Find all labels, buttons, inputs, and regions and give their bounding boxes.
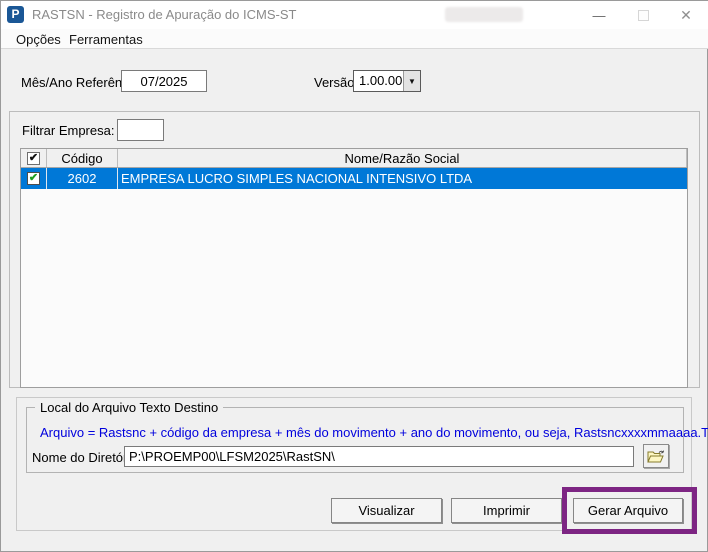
destination-groupbox: Local do Arquivo Texto Destino Arquivo =… <box>26 400 708 473</box>
table-row-selected[interactable]: ✔ 2602 EMPRESA LUCRO SIMPLES NACIONAL IN… <box>21 168 687 189</box>
browse-directory-button[interactable] <box>643 444 669 468</box>
row-codigo: 2602 <box>47 168 118 189</box>
app-window: { "window": { "title": "RASTSN - Registr… <box>0 0 708 552</box>
mes-ano-input[interactable] <box>121 70 207 92</box>
file-naming-info-text: Arquivo = Rastsnc + código da empresa + … <box>40 425 708 440</box>
row-checkbox-checked[interactable]: ✔ <box>27 172 40 185</box>
window-title: RASTSN - Registro de Apuração do ICMS-ST <box>32 7 297 22</box>
maximize-button[interactable] <box>621 1 665 29</box>
directory-input[interactable] <box>124 446 634 467</box>
chevron-down-icon: ▼ <box>408 76 416 86</box>
row-nome: EMPRESA LUCRO SIMPLES NACIONAL INTENSIVO… <box>121 171 473 186</box>
company-panel: Filtrar Empresa: ✔ Código Nome/Razão Soc… <box>9 111 700 388</box>
company-grid: ✔ Código Nome/Razão Social ✔ 2602 EMPRES… <box>20 148 688 388</box>
versao-dropdown-button[interactable]: ▼ <box>403 71 420 91</box>
menu-opcoes[interactable]: Opções <box>12 31 65 48</box>
versao-selected-value: 1.00.00 <box>359 73 403 88</box>
maximize-icon <box>637 9 649 21</box>
versao-combobox[interactable]: 1.00.00 ▼ <box>353 70 421 92</box>
gerar-arquivo-button[interactable]: Gerar Arquivo <box>573 498 683 523</box>
grid-header-select-cell[interactable]: ✔ <box>21 149 47 167</box>
minimize-button[interactable]: — <box>577 1 621 29</box>
check-icon: ✔ <box>28 172 39 184</box>
close-button[interactable]: ✕ <box>665 1 707 29</box>
grid-header-codigo[interactable]: Código <box>47 149 118 167</box>
menu-ferramentas[interactable]: Ferramentas <box>65 31 147 48</box>
app-icon: P <box>7 6 24 23</box>
row-select-cell[interactable]: ✔ <box>21 168 47 189</box>
filter-empresa-label: Filtrar Empresa: <box>22 123 115 138</box>
destination-group-label: Local do Arquivo Texto Destino <box>35 400 224 415</box>
versao-label: Versão <box>314 75 355 90</box>
select-all-checkbox[interactable]: ✔ <box>27 151 40 165</box>
filter-empresa-input[interactable] <box>117 119 164 141</box>
title-redaction-blur <box>445 7 523 22</box>
visualizar-button[interactable]: Visualizar <box>331 498 442 523</box>
folder-open-icon <box>647 449 665 462</box>
grid-header-nome[interactable]: Nome/Razão Social <box>118 149 687 167</box>
title-bar: P RASTSN - Registro de Apuração do ICMS-… <box>1 1 708 29</box>
check-icon: ✔ <box>28 151 39 164</box>
close-icon: ✕ <box>680 6 692 23</box>
menu-bar: Opções Ferramentas <box>1 29 708 49</box>
grid-header-row: ✔ Código Nome/Razão Social <box>21 149 687 168</box>
imprimir-button[interactable]: Imprimir <box>451 498 562 523</box>
minimize-icon: — <box>592 7 606 23</box>
